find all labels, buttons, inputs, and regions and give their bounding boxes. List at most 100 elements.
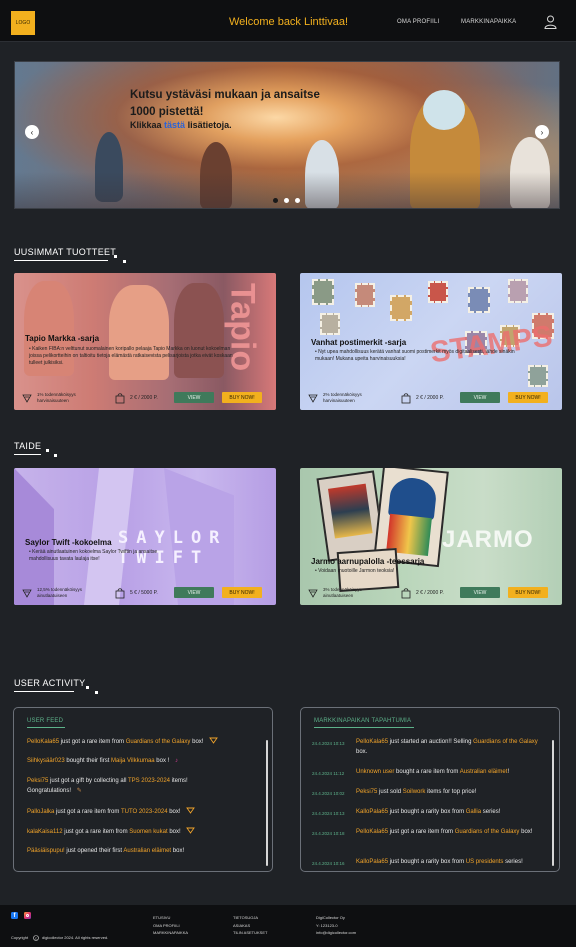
card-title: Tapio Markka -sarja bbox=[25, 334, 100, 343]
event-user[interactable]: PelloKala65 bbox=[356, 739, 388, 745]
carousel-next-button[interactable]: › bbox=[535, 125, 549, 139]
rarity-icon bbox=[209, 737, 218, 744]
hero-floor bbox=[15, 172, 559, 208]
feed-item: PelloKala65 just got a rare item from Gu… bbox=[27, 737, 259, 748]
feed-text: just got a gift by collecting all bbox=[48, 778, 128, 784]
feed-collection[interactable]: Australian eläimet bbox=[123, 848, 171, 854]
price: 2 € / 2000 P. bbox=[416, 590, 444, 596]
event-text: just got a rare item from bbox=[388, 829, 455, 835]
event-collection[interactable]: Soilwork bbox=[403, 789, 426, 795]
event-time: 24.4.2024 10:18 bbox=[312, 831, 345, 836]
logo[interactable]: LOGO bbox=[11, 11, 35, 35]
event-user[interactable]: Unknown user bbox=[356, 769, 394, 775]
shopping-bag-icon bbox=[115, 393, 125, 404]
scrollbar[interactable] bbox=[552, 740, 554, 866]
rarity-icon bbox=[22, 394, 32, 403]
event-user[interactable]: KalloPala65 bbox=[356, 809, 388, 815]
event-text: series! bbox=[481, 809, 501, 815]
event-time: 24.4.2024 10:13 bbox=[312, 811, 345, 816]
event-user[interactable]: Peksi75 bbox=[356, 789, 377, 795]
feed-collection[interactable]: Suomen kukat bbox=[129, 829, 167, 835]
feed-item: Siihkysäär023 bought their first Maija V… bbox=[27, 757, 259, 767]
feed-user[interactable]: Siihkysäär023 bbox=[27, 758, 65, 764]
nav-markkinapaikka[interactable]: MARKKINAPAIKKA bbox=[461, 19, 516, 25]
feed-user[interactable]: PalloJalka bbox=[27, 809, 54, 815]
user-icon[interactable] bbox=[544, 15, 557, 29]
footer-link-oma-profiili[interactable]: OMA PROFIILI bbox=[153, 922, 188, 930]
feed-text: just got a rare item from bbox=[62, 829, 130, 835]
feed-collection[interactable]: TUTO 2023-2024 bbox=[121, 809, 168, 815]
stamp bbox=[390, 295, 412, 321]
carousel-dot[interactable] bbox=[295, 198, 300, 203]
event-collection[interactable]: Gallia bbox=[466, 809, 481, 815]
carousel-prev-button[interactable]: ‹ bbox=[25, 125, 39, 139]
section-underline bbox=[14, 454, 41, 455]
feed-collection[interactable]: Maija Vilkkumaa bbox=[111, 758, 155, 764]
header: LOGO Welcome back Linttivaa! OMA PROFIIL… bbox=[0, 0, 576, 42]
card-title: Saylor Twift -kokoelma bbox=[25, 538, 112, 547]
rarity-icon bbox=[186, 807, 196, 814]
stamp bbox=[528, 365, 548, 387]
copyright-label: Copyright bbox=[11, 935, 29, 940]
feed-collection[interactable]: Guardians of the Galaxy bbox=[126, 739, 191, 745]
footer-link-tilin-asetukset[interactable]: TILIN ASETUKSET bbox=[233, 929, 267, 937]
buy-now-button[interactable]: BUY NOW! bbox=[508, 587, 548, 598]
contact-email[interactable]: info@digicollector.com bbox=[316, 929, 356, 937]
card-footer: 1% todennäköisyys harvinaisuuteen 2 € / … bbox=[14, 389, 276, 410]
decor-square bbox=[114, 255, 117, 258]
hero-link[interactable]: tästä bbox=[164, 120, 185, 130]
event-user[interactable]: KalloPala65 bbox=[356, 859, 388, 865]
decor-square bbox=[123, 260, 126, 263]
facebook-icon[interactable]: f bbox=[11, 912, 18, 919]
view-button[interactable]: VIEW bbox=[174, 587, 214, 598]
feed-user[interactable]: PelloKala65 bbox=[27, 739, 59, 745]
feed-collection[interactable]: TPS 2023-2024 bbox=[128, 778, 170, 784]
card-description: Kaiken FIBA:n velttunut suomalainen kori… bbox=[29, 346, 239, 367]
footer: f Copyright c digicollector 2024. All ri… bbox=[0, 905, 576, 947]
product-card-postimerkit: STAMPS Vanhat postimerkit -sarja Nyt upe… bbox=[300, 273, 562, 410]
feed-text: box! bbox=[190, 739, 204, 745]
carousel-dot[interactable] bbox=[273, 198, 278, 203]
buy-now-button[interactable]: BUY NOW! bbox=[508, 392, 548, 403]
event-text: items for top price! bbox=[425, 789, 477, 795]
buy-now-button[interactable]: BUY NOW! bbox=[222, 392, 262, 403]
buy-now-button[interactable]: BUY NOW! bbox=[222, 587, 262, 598]
event-collection[interactable]: Australian eläimet bbox=[460, 769, 508, 775]
rarity-text: 12,5% todennäköisyys ainutlaatuiseen bbox=[37, 587, 83, 599]
price: 2 € / 2000 P. bbox=[130, 395, 158, 401]
instagram-icon[interactable] bbox=[24, 912, 31, 919]
nav-oma-profiili[interactable]: OMA PROFIILI bbox=[397, 19, 439, 25]
event-collection[interactable]: Guardians of the Galaxy bbox=[455, 829, 520, 835]
event-user[interactable]: PelloKala65 bbox=[356, 829, 388, 835]
footer-link-markkinapaikka[interactable]: MARKKINAPAIKKA bbox=[153, 929, 188, 937]
card-description: Voidaan muotoille Jarmon teoksia! bbox=[315, 568, 435, 575]
view-button[interactable]: VIEW bbox=[174, 392, 214, 403]
hero-sub-text: Klikkaa bbox=[130, 120, 162, 130]
feed-user[interactable]: kalaKaisa112 bbox=[27, 829, 63, 835]
music-note-icon: ♪ bbox=[174, 758, 178, 764]
product-card-jarmo: JARMO Jarmo aarnupalolla -teossarja Void… bbox=[300, 468, 562, 605]
footer-link-etusivu[interactable]: ETUSIVU bbox=[153, 914, 188, 922]
event-text: just started an auction!! Selling bbox=[388, 739, 474, 745]
feed-user[interactable]: Peksi75 bbox=[27, 778, 48, 784]
feed-text: box ! bbox=[154, 758, 170, 764]
view-button[interactable]: VIEW bbox=[460, 587, 500, 598]
svg-text:c: c bbox=[35, 936, 37, 940]
feed-user[interactable]: Pääsiäispupu! bbox=[27, 848, 65, 854]
rarity-text: 3% todennäköisyys ainutlaatuiseen bbox=[323, 587, 362, 599]
event-collection[interactable]: US presidents bbox=[466, 859, 504, 865]
event-collection[interactable]: Guardians of the Galaxy bbox=[473, 739, 538, 745]
event-text: series! bbox=[503, 859, 523, 865]
event-text: just sold bbox=[377, 789, 403, 795]
section-title-newest: UUSIMMAT TUOTTEET bbox=[14, 247, 117, 257]
copyright-icon: c bbox=[33, 935, 39, 941]
hero-banner[interactable]: Kutsu ystäväsi mukaan ja ansaitse 1000 p… bbox=[14, 61, 560, 209]
view-button[interactable]: VIEW bbox=[460, 392, 500, 403]
scrollbar[interactable] bbox=[266, 740, 268, 866]
event-time: 24.4.2024 10:16 bbox=[312, 861, 345, 866]
event-item: Unknown user bought a rare item from Aus… bbox=[356, 768, 546, 778]
welcome-message: Welcome back Linttivaa! bbox=[229, 16, 349, 28]
carousel-dot[interactable] bbox=[284, 198, 289, 203]
footer-link-asiakas[interactable]: ASIAKAS bbox=[233, 922, 267, 930]
footer-link-tietosuoja[interactable]: TIETOSUOJA bbox=[233, 914, 267, 922]
